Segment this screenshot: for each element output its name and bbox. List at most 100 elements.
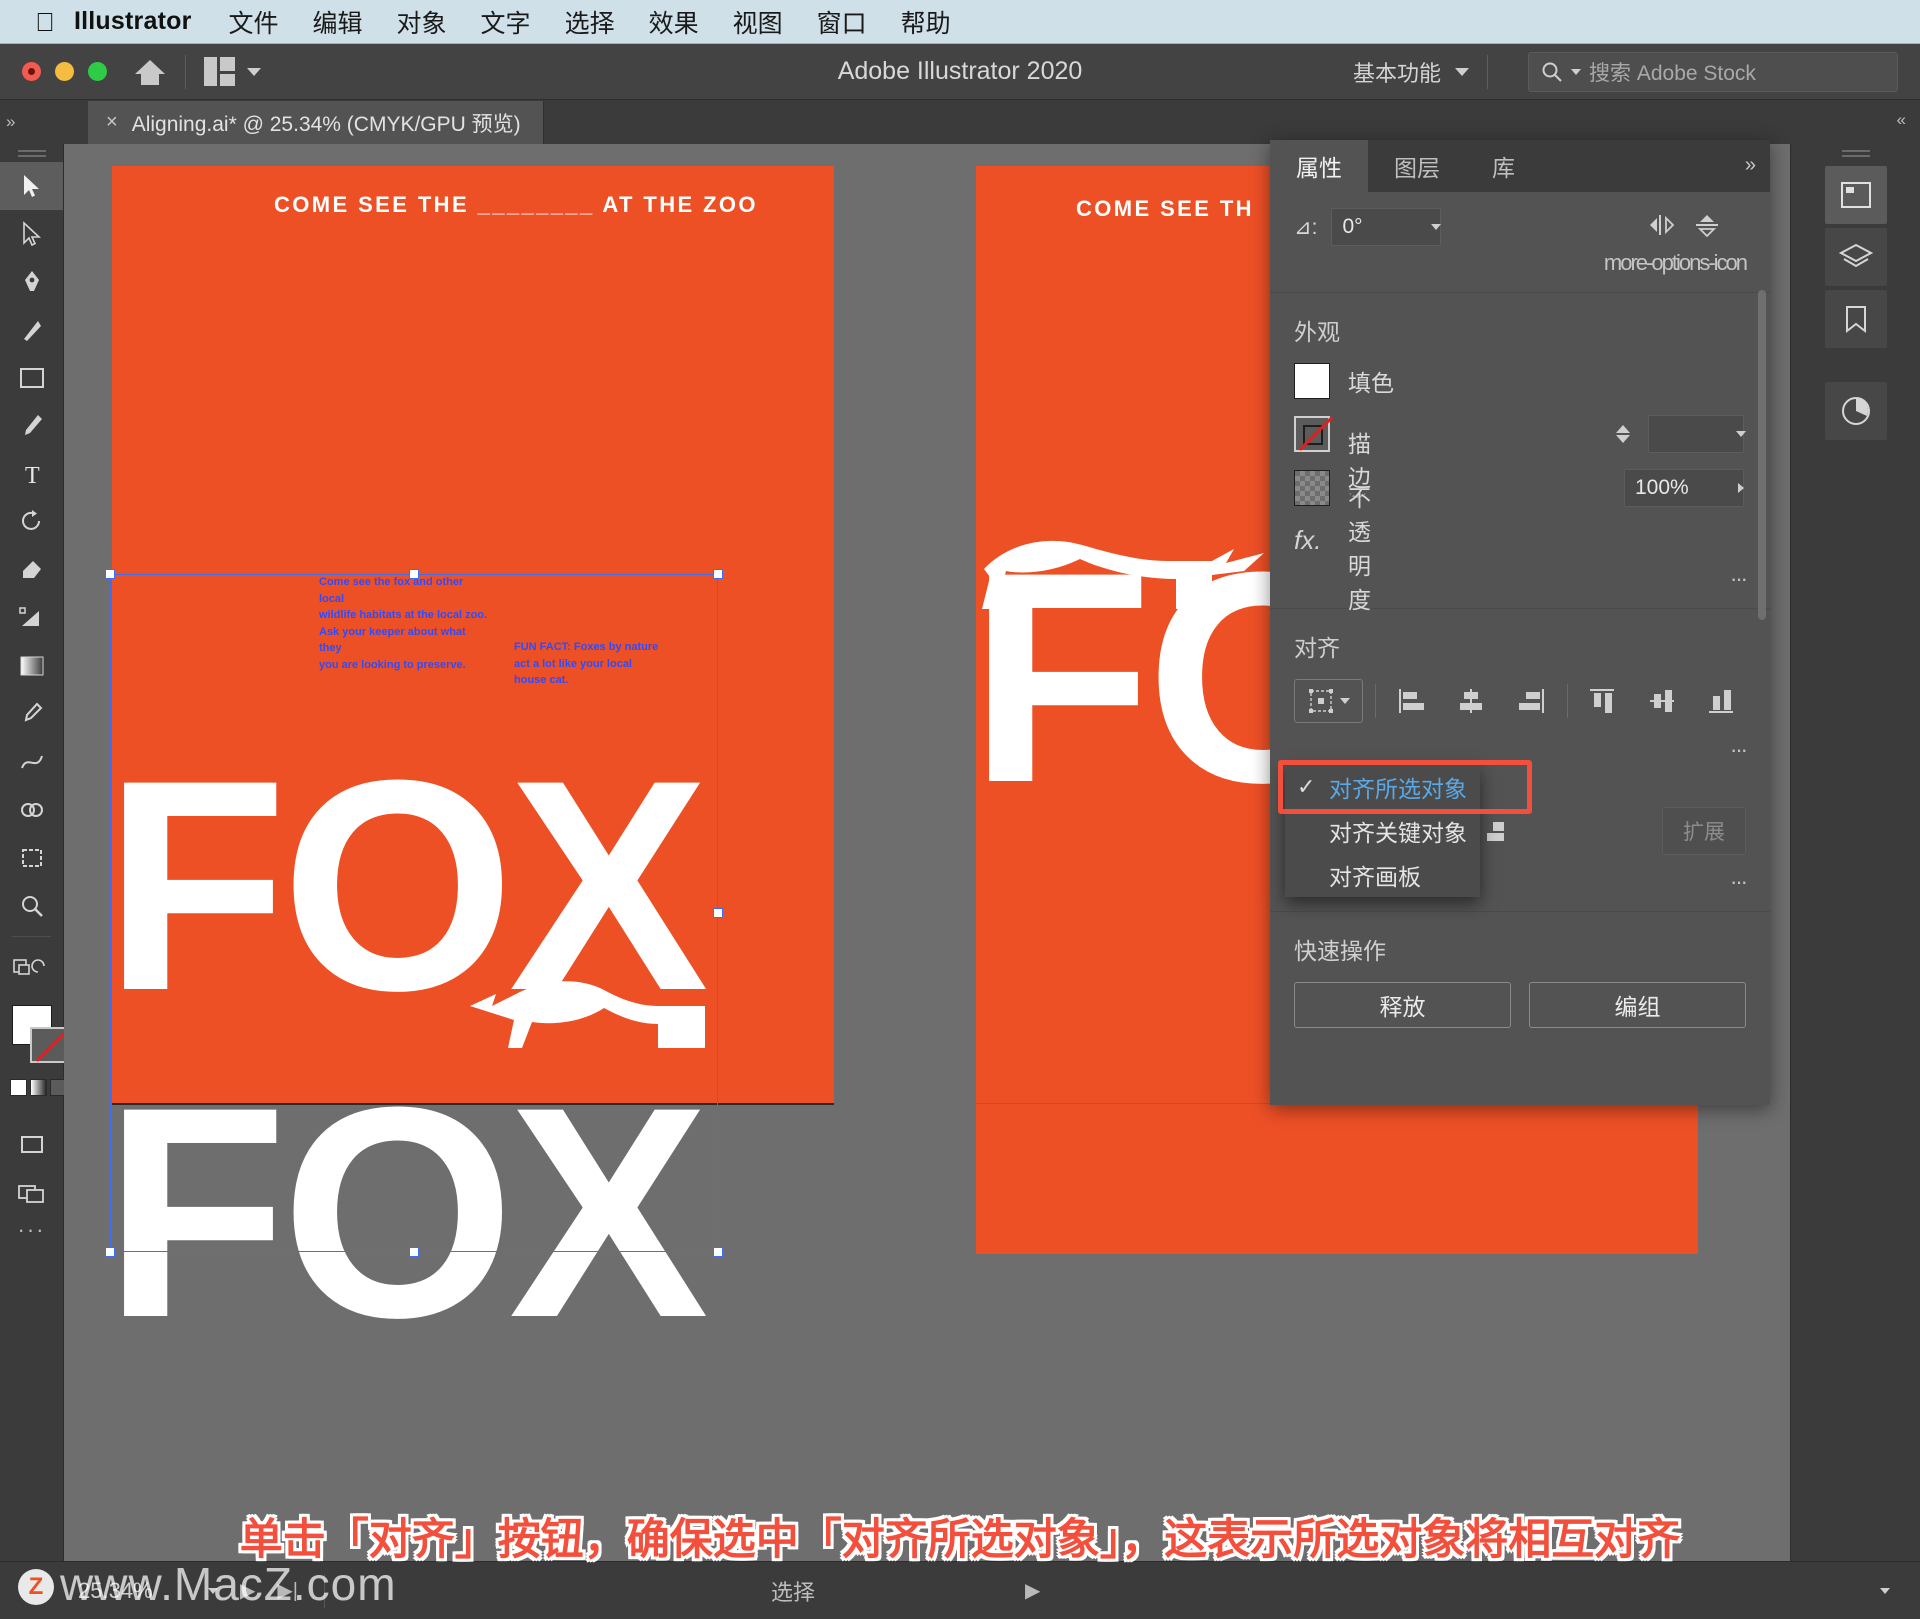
tab-libraries[interactable]: 库 [1466, 140, 1541, 192]
scale-tool[interactable] [0, 594, 63, 642]
transform-row[interactable]: ⊿: 0° [1270, 208, 1770, 246]
eraser-tool[interactable] [0, 546, 63, 594]
maximize-window-button[interactable] [88, 62, 107, 81]
menu-item-file[interactable]: 文件 [229, 4, 279, 40]
chevron-right-icon[interactable] [1738, 483, 1744, 493]
stroke-row[interactable]: 描边 [1294, 415, 1746, 491]
fill-color-swatch[interactable] [1294, 363, 1330, 399]
chevron-down-icon[interactable] [1736, 431, 1746, 437]
type-tool[interactable]: T [0, 450, 63, 498]
window-controls[interactable] [22, 62, 107, 81]
color-mode-icon[interactable] [10, 1079, 27, 1096]
chevron-down-icon[interactable] [1339, 698, 1350, 704]
shape-builder-tool[interactable] [0, 786, 63, 834]
properties-panel[interactable]: 属性 图层 库 » ⊿: 0° more-options-icon 外观 填色 [1270, 140, 1770, 1105]
selection-handle-tc[interactable] [409, 569, 419, 579]
rectangle-tool[interactable] [0, 354, 63, 402]
selection-handle-tr[interactable] [713, 569, 723, 579]
selection-handle-bc[interactable] [409, 1247, 419, 1257]
close-icon[interactable]: × [106, 111, 118, 134]
edit-toolbar-icon[interactable] [0, 943, 63, 991]
minimize-window-button[interactable] [55, 62, 74, 81]
artboards-icon[interactable] [1824, 166, 1887, 224]
stroke-weight-stepper[interactable] [1616, 425, 1630, 443]
selection-handle-mr[interactable] [713, 908, 723, 918]
paintbrush-tool[interactable] [0, 402, 63, 450]
panel-scrollbar[interactable] [1758, 290, 1766, 620]
color-guide-icon[interactable] [1824, 382, 1887, 440]
close-window-button[interactable] [22, 62, 41, 81]
stroke-color-swatch[interactable] [1294, 416, 1330, 452]
chevron-down-icon[interactable] [247, 67, 261, 76]
gradient-tool[interactable] [0, 642, 63, 690]
menu-item-effect[interactable]: 效果 [649, 4, 699, 40]
more-tools-icon[interactable]: ··· [0, 1217, 63, 1243]
blend-tool[interactable] [0, 738, 63, 786]
flip-horizontal-icon[interactable] [1648, 212, 1678, 243]
gradient-mode-icon[interactable] [30, 1079, 47, 1096]
opacity-field[interactable]: 100% [1624, 469, 1744, 507]
flip-vertical-icon[interactable] [1692, 212, 1722, 243]
align-center-vertical-icon[interactable] [1639, 679, 1687, 723]
dock-drag-handle[interactable] [1791, 144, 1920, 162]
align-left-icon[interactable] [1388, 679, 1436, 723]
selection-bounding-box[interactable] [110, 574, 718, 1252]
home-icon[interactable] [133, 55, 167, 89]
search-input[interactable]: 搜索 Adobe Stock [1528, 51, 1898, 92]
collapse-right-icon[interactable]: « [1897, 110, 1907, 130]
layers-icon[interactable] [1824, 228, 1887, 286]
play-icon[interactable]: ▶ [1025, 1578, 1040, 1603]
expand-button[interactable]: 扩展 [1662, 807, 1746, 855]
appearance-more-icon[interactable]: ··· [1270, 562, 1770, 602]
selection-handle-br[interactable] [713, 1247, 723, 1257]
align-to-selection-icon[interactable] [1294, 679, 1364, 723]
dropdown-item-align-to-artboard[interactable]: 对齐画板 [1285, 853, 1480, 897]
menu-item-view[interactable]: 视图 [733, 4, 783, 40]
artboard-tool[interactable] [0, 834, 63, 882]
quick-actions-buttons[interactable]: 释放 编组 [1270, 982, 1770, 1028]
tools-drag-handle[interactable] [0, 144, 63, 162]
color-swatches[interactable] [0, 991, 67, 1121]
selection-tool[interactable] [0, 162, 63, 210]
angle-field[interactable]: 0° [1331, 208, 1442, 246]
chevron-down-icon[interactable] [1431, 224, 1442, 230]
swatch-modes[interactable] [10, 1079, 67, 1096]
transform-more-icon[interactable]: more-options-icon [1270, 246, 1770, 286]
direct-selection-tool[interactable] [0, 210, 63, 258]
collapse-left-icon[interactable]: » [6, 112, 16, 132]
eyedropper-tool[interactable] [0, 690, 63, 738]
curvature-tool[interactable] [0, 306, 63, 354]
selection-handle-bl[interactable] [105, 1247, 115, 1257]
tab-layers[interactable]: 图层 [1368, 140, 1466, 192]
distribute-space-icon[interactable] [1474, 809, 1522, 853]
menu-item-object[interactable]: 对象 [397, 4, 447, 40]
zoom-tool[interactable] [0, 882, 63, 930]
document-tab[interactable]: × Aligning.ai* @ 25.34% (CMYK/GPU 预览) [88, 101, 544, 144]
align-top-icon[interactable] [1579, 679, 1628, 723]
panel-collapse-icon[interactable] [1880, 1587, 1890, 1594]
menu-item-edit[interactable]: 编辑 [313, 4, 363, 40]
align-center-horizontal-icon[interactable] [1447, 679, 1496, 723]
menu-item-help[interactable]: 帮助 [901, 4, 951, 40]
selection-handle-tl[interactable] [105, 569, 115, 579]
align-right-icon[interactable] [1507, 679, 1555, 723]
pen-tool[interactable] [0, 258, 63, 306]
stroke-swatch[interactable] [30, 1027, 66, 1063]
panel-expand-icon[interactable]: » [1745, 154, 1756, 177]
panel-tabs[interactable]: 属性 图层 库 » [1270, 140, 1770, 192]
fill-row[interactable]: 填色 [1294, 363, 1746, 399]
libraries-icon[interactable] [1824, 290, 1887, 348]
stroke-weight-field[interactable] [1648, 415, 1744, 453]
arrange-documents-icon[interactable] [204, 57, 261, 86]
tab-properties[interactable]: 属性 [1270, 140, 1368, 192]
chevron-down-icon[interactable] [1455, 67, 1469, 76]
apple-icon[interactable]:  [28, 9, 62, 35]
arrange-view-icon[interactable] [0, 1169, 63, 1217]
chevron-down-icon[interactable] [1571, 68, 1581, 75]
rotate-tool[interactable] [0, 498, 63, 546]
align-bottom-icon[interactable] [1698, 679, 1747, 723]
group-button[interactable]: 编组 [1529, 982, 1746, 1028]
release-button[interactable]: 释放 [1294, 982, 1511, 1028]
menu-item-window[interactable]: 窗口 [817, 4, 867, 40]
workspace-switcher[interactable]: 基本功能 [1353, 56, 1469, 88]
